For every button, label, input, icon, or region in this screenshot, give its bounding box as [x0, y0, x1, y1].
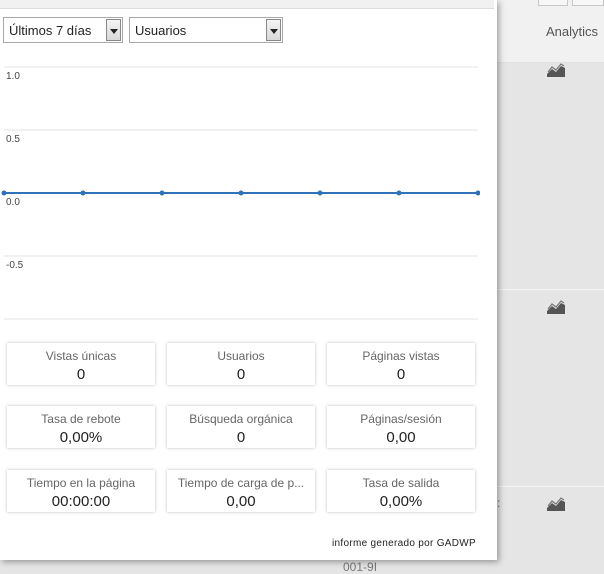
stat-value: 0 — [236, 366, 246, 383]
table-row-divider — [497, 486, 604, 487]
period-select[interactable]: Últimos 7 días — [3, 17, 123, 43]
metric-select-value: Usuarios — [135, 23, 187, 38]
stat-label: Tasa de salida — [362, 476, 440, 490]
users-line-chart: 1.0 0.5 0.0 -0.5 — [1, 66, 481, 320]
screen-options-button[interactable] — [538, 0, 568, 6]
stat-card-tasa-de-rebote: Tasa de rebote 0,00% — [7, 406, 155, 448]
row-text-fragment: 001-9I — [343, 560, 378, 574]
row-text-fragment: : — [497, 496, 501, 510]
report-footer: informe generado por GADWP — [332, 538, 476, 549]
stat-card-paginas-vistas: Páginas vistas 0 — [327, 343, 475, 385]
chevron-down-icon[interactable] — [266, 19, 281, 41]
stat-label: Tasa de rebote — [41, 412, 121, 426]
stat-value: 0 — [76, 366, 86, 383]
analytics-column-label: Analytics — [545, 24, 598, 39]
chevron-down-icon[interactable] — [106, 19, 121, 41]
analytics-chart-icon[interactable] — [547, 300, 565, 314]
stat-value: 0,00% — [379, 493, 423, 510]
stat-card-tiempo-en-pagina: Tiempo en la página 00:00:00 — [7, 470, 155, 512]
help-button[interactable] — [572, 0, 604, 6]
stat-label: Tiempo en la página — [26, 476, 136, 490]
stat-label: Tiempo de carga de p... — [177, 476, 305, 490]
analytics-chart-icon[interactable] — [547, 63, 565, 77]
stat-card-vistas-unicas: Vistas únicas 0 — [7, 343, 155, 385]
stat-label: Páginas/sesión — [360, 412, 442, 426]
y-tick-label: 1.0 — [6, 71, 20, 82]
stat-card-tiempo-de-carga: Tiempo de carga de p... 0,00 — [167, 470, 315, 512]
stat-label: Búsqueda orgánica — [189, 412, 293, 426]
stat-value: 0,00% — [59, 429, 103, 446]
table-row-divider — [497, 289, 604, 290]
stat-label: Usuarios — [217, 349, 265, 363]
data-point[interactable] — [238, 190, 244, 196]
analytics-popup: Últimos 7 días Usuarios 1.0 0.5 0.0 -0.5 Vi… — [0, 0, 497, 560]
stat-card-tasa-de-salida: Tasa de salida 0,00% — [327, 470, 475, 512]
stat-card-paginas-sesion: Páginas/sesión 0,00 — [327, 406, 475, 448]
metric-select[interactable]: Usuarios — [129, 17, 283, 43]
stat-value: 0,00 — [386, 429, 416, 446]
stat-card-busqueda-organica: Búsqueda orgánica 0 — [167, 406, 315, 448]
stat-value: 0,00 — [226, 493, 256, 510]
stat-value: 0 — [236, 429, 246, 446]
stat-card-usuarios: Usuarios 0 — [167, 343, 315, 385]
data-point[interactable] — [475, 190, 481, 196]
stat-value: 0 — [396, 366, 406, 383]
y-tick-label: 0.0 — [6, 197, 20, 208]
data-point[interactable] — [1, 190, 7, 196]
analytics-chart-icon[interactable] — [547, 497, 565, 511]
y-tick-label: 0.5 — [6, 134, 20, 145]
stat-label: Vistas únicas — [45, 349, 117, 363]
period-select-value: Últimos 7 días — [9, 23, 92, 38]
data-point[interactable] — [317, 190, 323, 196]
popup-top-strip — [0, 0, 494, 9]
data-point[interactable] — [396, 190, 402, 196]
data-point[interactable] — [80, 190, 86, 196]
stat-label: Páginas vistas — [362, 349, 440, 363]
y-tick-label: -0.5 — [6, 260, 24, 271]
data-point[interactable] — [159, 190, 165, 196]
stat-value: 00:00:00 — [51, 493, 111, 510]
